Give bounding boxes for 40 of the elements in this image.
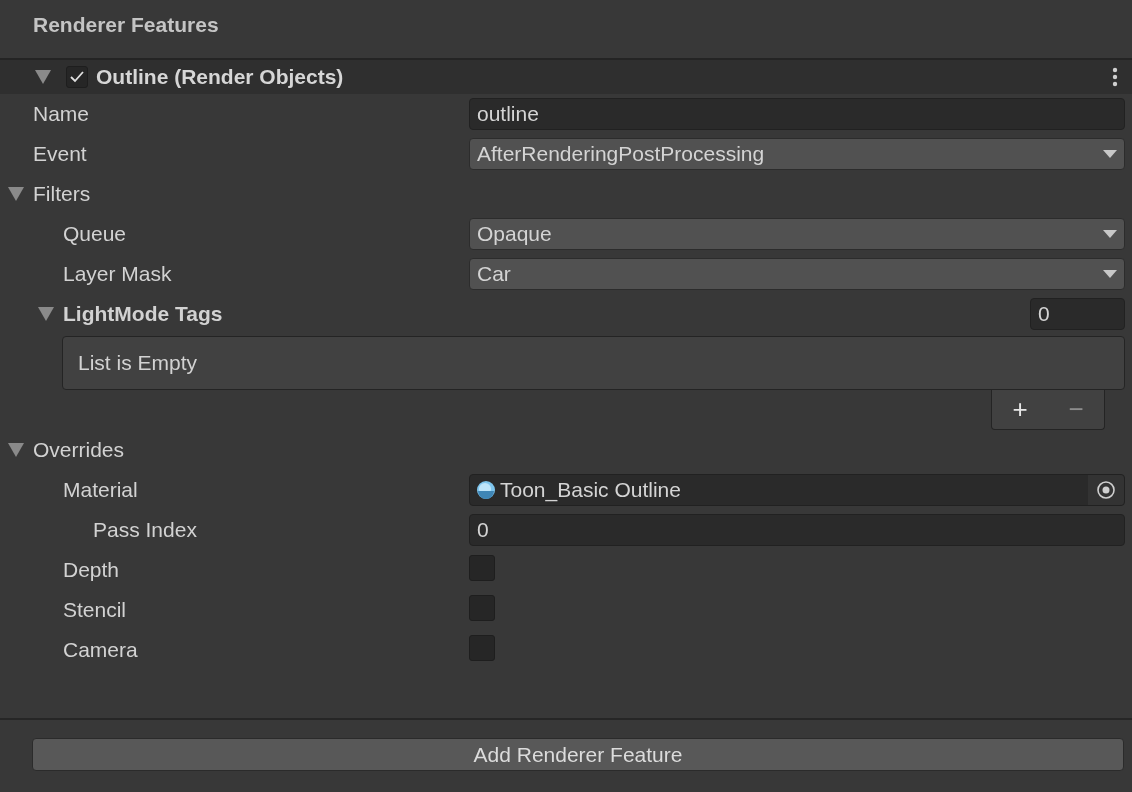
checkbox[interactable] (469, 594, 495, 621)
foldout-arrow-icon[interactable] (38, 307, 54, 321)
property-label: Layer Mask (63, 262, 172, 286)
checkbox[interactable] (469, 634, 495, 661)
foldout-arrow-icon[interactable] (8, 443, 24, 457)
dropdown[interactable]: AfterRenderingPostProcessing (469, 138, 1125, 170)
checkbox[interactable] (469, 554, 495, 581)
property-label: Depth (63, 558, 120, 582)
add-renderer-feature-button[interactable]: Add Renderer Feature (32, 738, 1124, 771)
dropdown-caret-icon (1103, 150, 1117, 158)
enable-checkbox[interactable] (66, 66, 88, 88)
property-label: Overrides (33, 438, 125, 462)
feature-header[interactable]: Outline (Render Objects) (0, 60, 1132, 94)
checkmark-icon (70, 71, 84, 83)
count-field[interactable]: 0 (1030, 298, 1125, 330)
dropdown-caret-icon (1103, 270, 1117, 278)
property-label: Event (33, 142, 87, 166)
foldout-arrow-icon[interactable] (35, 70, 51, 84)
property-label: Queue (63, 222, 127, 246)
property-label: Stencil (63, 598, 127, 622)
section-title: Renderer Features (33, 13, 219, 37)
property-label: Pass Index (93, 518, 197, 542)
empty-list-text: List is Empty (78, 351, 198, 375)
property-label: Camera (63, 638, 138, 662)
object-field[interactable]: Toon_Basic Outline (469, 474, 1125, 506)
dropdown[interactable]: Opaque (469, 218, 1125, 250)
object-picker-icon[interactable] (1088, 475, 1124, 505)
property-label: Name (33, 102, 90, 126)
property-label: Material (63, 478, 138, 502)
dropdown[interactable]: Car (469, 258, 1125, 290)
text-field[interactable]: 0 (469, 514, 1125, 546)
material-sphere-icon (476, 480, 496, 500)
property-label: LightMode Tags (63, 302, 223, 326)
add-button[interactable]: + (1012, 394, 1028, 425)
property-label: Filters (33, 182, 91, 206)
dropdown-caret-icon (1103, 230, 1117, 238)
more-options-icon[interactable] (1112, 67, 1118, 87)
text-field[interactable]: outline (469, 98, 1125, 130)
foldout-arrow-icon[interactable] (8, 187, 24, 201)
feature-title: Outline (Render Objects) (96, 65, 344, 89)
